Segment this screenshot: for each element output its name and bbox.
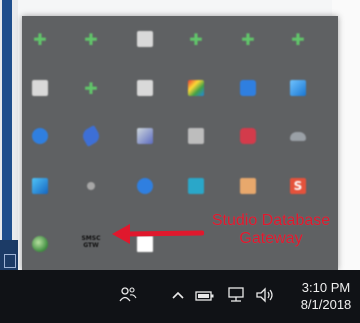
green-plus-icon[interactable]: ✚ xyxy=(188,30,204,49)
blue-app-icon[interactable] xyxy=(290,80,306,96)
grey-dot-icon[interactable] xyxy=(87,182,95,190)
callout-label: Studio Database Gateway xyxy=(196,212,346,248)
callout-label-line2: Gateway xyxy=(239,230,303,247)
clock-time: 3:10 PM xyxy=(301,280,351,295)
globe-icon[interactable] xyxy=(32,236,48,252)
link-icon[interactable] xyxy=(80,125,102,147)
background-window-glyph xyxy=(4,254,16,268)
grey-app-icon[interactable] xyxy=(188,128,204,144)
folder-icon[interactable] xyxy=(240,178,256,194)
grey-window-icon[interactable] xyxy=(137,31,153,47)
background-window-strip xyxy=(2,0,12,262)
chevron-up-icon[interactable] xyxy=(171,290,185,300)
gateway-icon-text-top: SMSC xyxy=(81,235,101,242)
clock-date: 8/1/2018 xyxy=(300,297,352,312)
battery-icon[interactable] xyxy=(195,290,215,302)
cloud-icon[interactable] xyxy=(290,132,306,141)
volume-icon[interactable] xyxy=(255,287,275,303)
callout-arrow xyxy=(112,224,204,244)
taskbar-clock[interactable]: 3:10 PM 8/1/2018 xyxy=(294,279,358,313)
image-app-icon[interactable] xyxy=(137,128,153,144)
teal-app-icon[interactable] xyxy=(188,178,204,194)
network-icon[interactable] xyxy=(227,287,247,303)
grey-window-icon[interactable] xyxy=(137,80,153,96)
callout-label-line1: Studio Database xyxy=(211,212,331,229)
red-app-icon[interactable] xyxy=(240,128,256,144)
green-plus-icon[interactable]: ✚ xyxy=(83,79,99,98)
green-plus-icon[interactable]: ✚ xyxy=(83,30,99,49)
green-plus-icon[interactable]: ✚ xyxy=(32,30,48,49)
blue-app-icon[interactable] xyxy=(137,178,153,194)
database-gateway-icon[interactable]: SMSC GTW xyxy=(79,233,103,251)
green-plus-icon[interactable]: ✚ xyxy=(290,30,306,49)
colorful-app-icon[interactable] xyxy=(188,80,204,96)
blue-app-icon[interactable] xyxy=(32,178,48,194)
grey-window-icon[interactable] xyxy=(32,80,48,96)
bluetooth-icon[interactable] xyxy=(32,128,48,144)
orange-s-icon[interactable]: S xyxy=(290,178,306,194)
gateway-icon-text-bottom: GTW xyxy=(83,242,99,249)
people-icon[interactable] xyxy=(118,286,138,304)
blue-shield-icon[interactable] xyxy=(240,80,256,96)
green-plus-icon[interactable]: ✚ xyxy=(240,30,256,49)
